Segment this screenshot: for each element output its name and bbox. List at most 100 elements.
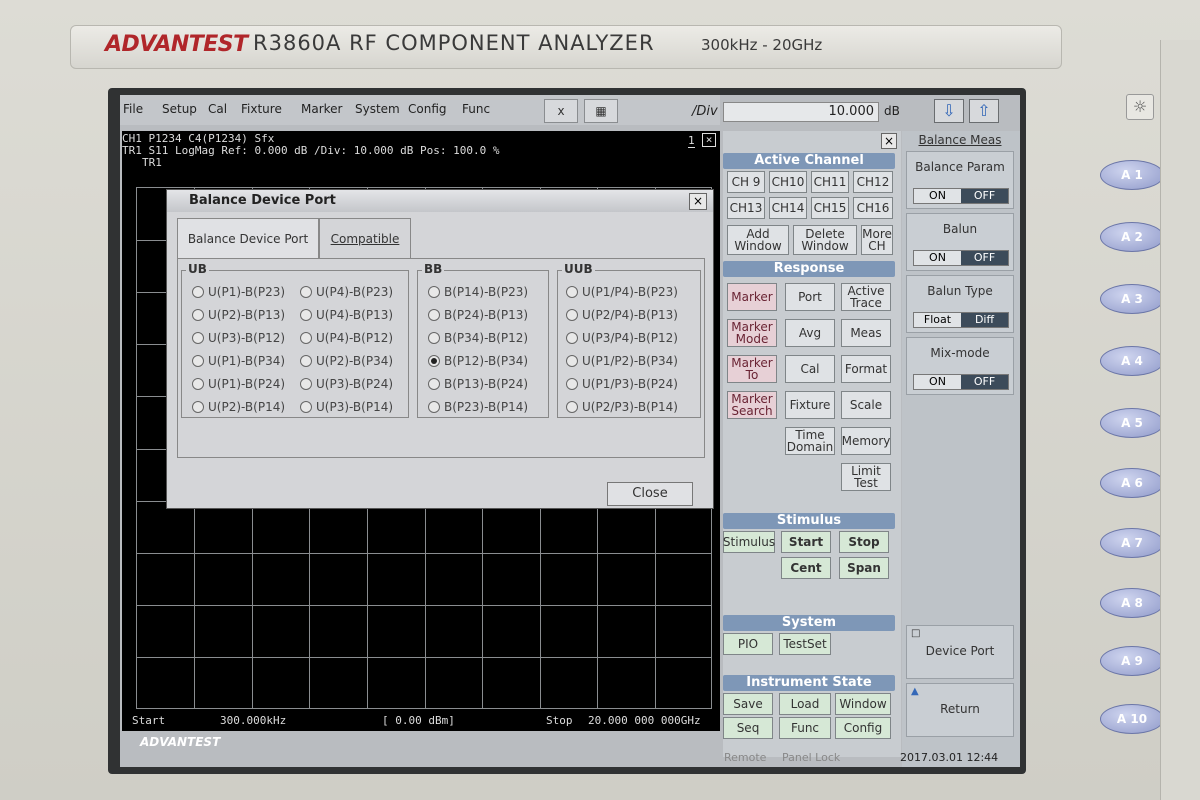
arrow-down-icon[interactable]: ⇩ [934, 99, 964, 123]
balance-param-key[interactable]: Balance Param ON OFF [906, 151, 1014, 209]
delete-window-button[interactable]: Delete Window [793, 225, 857, 255]
stimulus-button[interactable]: Stimulus [723, 531, 775, 553]
limit-test-button[interactable]: Limit Test [841, 463, 891, 491]
marker-to-button[interactable]: Marker To [727, 355, 777, 383]
stop-button[interactable]: Stop [839, 531, 889, 553]
arrow-up-icon[interactable]: ⇧ [969, 99, 999, 123]
ch14-button[interactable]: CH14 [769, 197, 807, 219]
start-button[interactable]: Start [781, 531, 831, 553]
radio-option[interactable]: U(P2/P4)-B(P13) [566, 308, 678, 322]
load-button[interactable]: Load [779, 693, 831, 715]
meas-button[interactable]: Meas [841, 319, 891, 347]
mix-mode-key[interactable]: Mix-mode ON OFF [906, 337, 1014, 395]
radio-option[interactable]: U(P4)-B(P12) [300, 331, 393, 345]
balun-key[interactable]: Balun ON OFF [906, 213, 1014, 271]
menu-config[interactable]: Config [408, 102, 447, 116]
config-button[interactable]: Config [835, 717, 891, 739]
cent-button[interactable]: Cent [781, 557, 831, 579]
save-button[interactable]: Save [723, 693, 773, 715]
more-ch-button[interactable]: More CH [861, 225, 893, 255]
radio-option[interactable]: U(P2)-B(P14) [192, 400, 285, 414]
radio-option[interactable]: U(P1/P2)-B(P34) [566, 354, 678, 368]
radio-option[interactable]: U(P4)-B(P13) [300, 308, 393, 322]
softkey-a3[interactable]: A 3 [1100, 284, 1164, 314]
seq-button[interactable]: Seq [723, 717, 773, 739]
radio-option[interactable]: U(P2/P3)-B(P14) [566, 400, 678, 414]
add-window-button[interactable]: Add Window [727, 225, 789, 255]
softkey-a6[interactable]: A 6 [1100, 468, 1164, 498]
softkey-a2[interactable]: A 2 [1100, 222, 1164, 252]
radio-option[interactable]: U(P1/P3)-B(P24) [566, 377, 678, 391]
softkey-a10[interactable]: A 10 [1100, 704, 1164, 734]
balance-param-toggle[interactable]: ON OFF [913, 188, 1009, 204]
tab-balance-device-port[interactable]: Balance Device Port [177, 218, 319, 258]
pio-button[interactable]: PIO [723, 633, 773, 655]
return-key[interactable]: ▲ Return [906, 683, 1014, 737]
dialog-close-icon[interactable]: × [689, 193, 707, 210]
span-button[interactable]: Span [839, 557, 889, 579]
radio-option[interactable]: B(P14)-B(P23) [428, 285, 528, 299]
time-domain-button[interactable]: Time Domain [785, 427, 835, 455]
softkey-a5[interactable]: A 5 [1100, 408, 1164, 438]
ch11-button[interactable]: CH11 [811, 171, 849, 193]
radio-option[interactable]: U(P4)-B(P23) [300, 285, 393, 299]
scale-button[interactable]: Scale [841, 391, 891, 419]
mix-mode-toggle[interactable]: ON OFF [913, 374, 1009, 390]
radio-option[interactable]: U(P1)-B(P23) [192, 285, 285, 299]
radio-option[interactable]: B(P13)-B(P24) [428, 377, 528, 391]
softkey-a7[interactable]: A 7 [1100, 528, 1164, 558]
menu-fixture[interactable]: Fixture [241, 102, 282, 116]
menu-setup[interactable]: Setup [162, 102, 197, 116]
radio-option[interactable]: U(P1)-B(P24) [192, 377, 285, 391]
radio-option[interactable]: U(P3/P4)-B(P12) [566, 331, 678, 345]
radio-option[interactable]: U(P1/P4)-B(P23) [566, 285, 678, 299]
menu-file[interactable]: File [123, 102, 143, 116]
radio-option[interactable]: U(P3)-B(P12) [192, 331, 285, 345]
testset-button[interactable]: TestSet [779, 633, 831, 655]
radio-option[interactable]: U(P1)-B(P34) [192, 354, 285, 368]
softkey-a8[interactable]: A 8 [1100, 588, 1164, 618]
calculator-icon[interactable]: ▦ [584, 99, 618, 123]
softkey-a9[interactable]: A 9 [1100, 646, 1164, 676]
balun-type-toggle[interactable]: Float Diff [913, 312, 1009, 328]
tab-compatible[interactable]: Compatible [319, 218, 411, 258]
ch10-button[interactable]: CH10 [769, 171, 807, 193]
radio-option[interactable]: B(P24)-B(P13) [428, 308, 528, 322]
radio-option[interactable]: U(P3)-B(P24) [300, 377, 393, 391]
func-button[interactable]: Func [779, 717, 831, 739]
radio-option[interactable]: B(P23)-B(P14) [428, 400, 528, 414]
softkey-a1[interactable]: A 1 [1100, 160, 1164, 190]
menu-marker[interactable]: Marker [301, 102, 342, 116]
marker-button[interactable]: Marker [727, 283, 777, 311]
device-port-key[interactable]: □ Device Port [906, 625, 1014, 679]
radio-option[interactable]: B(P34)-B(P12) [428, 331, 528, 345]
fixture-button[interactable]: Fixture [785, 391, 835, 419]
radio-option[interactable]: U(P2)-B(P34) [300, 354, 393, 368]
menu-cal[interactable]: Cal [208, 102, 227, 116]
cal-button[interactable]: Cal [785, 355, 835, 383]
window-button[interactable]: Window [835, 693, 891, 715]
div-value-field[interactable]: 10.000 [723, 102, 879, 122]
memory-button[interactable]: Memory [841, 427, 891, 455]
ch15-button[interactable]: CH15 [811, 197, 849, 219]
radio-option[interactable]: U(P3)-B(P14) [300, 400, 393, 414]
ch13-button[interactable]: CH13 [727, 197, 765, 219]
balun-type-key[interactable]: Balun Type Float Diff [906, 275, 1014, 333]
balun-toggle[interactable]: ON OFF [913, 250, 1009, 266]
ch12-button[interactable]: CH12 [853, 171, 893, 193]
ch9-button[interactable]: CH 9 [727, 171, 765, 193]
avg-button[interactable]: Avg [785, 319, 835, 347]
radio-option-selected[interactable]: B(P12)-B(P34) [428, 354, 528, 368]
ch16-button[interactable]: CH16 [853, 197, 893, 219]
active-trace-button[interactable]: Active Trace [841, 283, 891, 311]
radio-option[interactable]: U(P2)-B(P13) [192, 308, 285, 322]
x-button[interactable]: x [544, 99, 578, 123]
menu-func[interactable]: Func [462, 102, 490, 116]
menu-system[interactable]: System [355, 102, 400, 116]
marker-mode-button[interactable]: Marker Mode [727, 319, 777, 347]
marker-search-button[interactable]: Marker Search [727, 391, 777, 419]
close-icon[interactable]: × [702, 133, 716, 147]
close-button[interactable]: Close [607, 482, 693, 506]
format-button[interactable]: Format [841, 355, 891, 383]
softkey-a4[interactable]: A 4 [1100, 346, 1164, 376]
